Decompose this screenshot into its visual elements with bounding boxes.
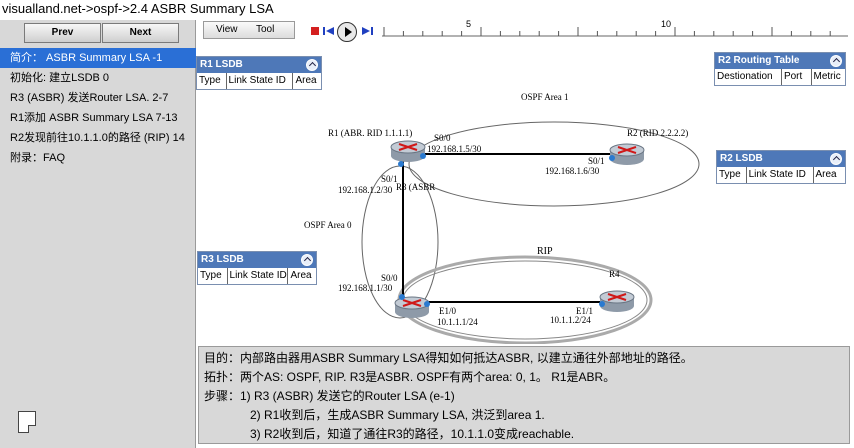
description-step-3: 3) R2收到后，知道了通往R3的路径，10.1.1.0变成reachable. <box>250 427 575 441</box>
network-canvas: OSPF Area 1 OSPF Area 0 RIP R1 (ABR. RID… <box>196 44 854 344</box>
step-item-r3-router-lsa[interactable]: R3 (ASBR) 发送Router LSA. 2-7 <box>0 88 196 108</box>
r3-s00-ip: 192.168.1.1/30 <box>338 283 393 293</box>
menu-view[interactable]: View <box>216 24 238 35</box>
r2-lsdb-title: R2 LSDB <box>720 153 763 164</box>
col-metric: Metric <box>813 71 841 82</box>
collapse-icon[interactable] <box>830 153 842 165</box>
timeline-tick-10: 10 <box>661 19 672 29</box>
description-purpose: 目的：内部路由器用ASBR Summary LSA得知如何抵达ASBR, 以建立… <box>204 351 693 365</box>
description-panel: 目的：内部路由器用ASBR Summary LSA得知如何抵达ASBR, 以建立… <box>198 346 850 444</box>
r4-label: R4 <box>609 269 620 279</box>
description-step-2: 2) R1收到后，生成ASBR Summary LSA, 洪泛到area 1. <box>250 408 545 422</box>
r2-s01-ip: 192.168.1.6/30 <box>545 166 600 176</box>
timeline-slider[interactable] <box>382 24 848 39</box>
router-r4-icon <box>599 290 635 312</box>
timeline-tick-5: 5 <box>466 19 472 29</box>
rip-label: RIP <box>537 246 553 257</box>
step-item-r1-asbr-summary[interactable]: R1添加 ASBR Summary LSA 7-13 <box>0 108 196 128</box>
r2-routing-table-panel: R2 Routing Table Destionation Port Metri… <box>714 52 846 86</box>
col-link-state-id: Link State ID <box>228 268 289 284</box>
col-area: Area <box>295 75 317 86</box>
step-item-intro[interactable]: 简介： ASBR Summary LSA -1 <box>0 48 196 68</box>
document-icon[interactable] <box>18 411 36 433</box>
col-destination: Destionation <box>715 69 782 85</box>
next-button[interactable]: Next <box>102 23 179 43</box>
r1-lsdb-panel: R1 LSDB Type Link State ID Area <box>196 56 322 90</box>
r2-label: R2 (RID 2.2.2.2) <box>627 128 688 138</box>
step-item-faq[interactable]: 附录：FAQ <box>0 148 196 168</box>
col-type: Type <box>717 167 747 183</box>
area1-label: OSPF Area 1 <box>521 92 569 102</box>
area0-label: OSPF Area 0 <box>304 220 352 230</box>
router-r2-icon <box>609 143 645 165</box>
r1-label: R1 (ABR. RID 1.1.1.1) <box>328 128 412 138</box>
r3-s00-label: S0/0 <box>381 273 398 283</box>
page-title: visualland.net->ospf->2.4 ASBR Summary L… <box>2 1 274 16</box>
col-port: Port <box>782 69 812 85</box>
col-area: Area <box>290 270 312 281</box>
r1-lsdb-title: R1 LSDB <box>200 59 243 70</box>
router-r3-icon <box>394 296 430 318</box>
col-area: Area <box>815 169 837 180</box>
r3-e10-ip: 10.1.1.1/24 <box>437 317 478 327</box>
step-sidebar: Prev Next 简介： ASBR Summary LSA -1 初始化: 建… <box>0 20 196 448</box>
menu-tool[interactable]: Tool <box>256 24 274 35</box>
col-link-state-id: Link State ID <box>227 73 294 89</box>
stop-button[interactable] <box>311 27 319 35</box>
step-forward-button[interactable] <box>361 26 373 36</box>
r1-s01-label: S0/1 <box>381 174 398 184</box>
step-item-r2-path[interactable]: R2发现前往10.1.1.0的路径 (RIP) 14 <box>0 128 196 148</box>
r3-lsdb-panel: R3 LSDB Type Link State ID Area <box>197 251 317 285</box>
menu-bar: View Tool <box>203 21 295 39</box>
col-type: Type <box>198 268 228 284</box>
collapse-icon[interactable] <box>301 254 313 266</box>
step-item-init[interactable]: 初始化: 建立LSDB 0 <box>0 68 196 88</box>
col-type: Type <box>197 73 227 89</box>
r4-e11-ip: 10.1.1.2/24 <box>550 315 591 325</box>
r1-s01-ip: 192.168.1.2/30 <box>338 185 393 195</box>
router-r1-icon <box>390 140 426 162</box>
col-link-state-id: Link State ID <box>747 167 814 183</box>
r1-s00-ip: 192.168.1.5/30 <box>427 144 482 154</box>
r3-lsdb-title: R3 LSDB <box>201 254 244 265</box>
r2-lsdb-panel: R2 LSDB Type Link State ID Area <box>716 150 846 184</box>
r1-s00-label: S0/0 <box>434 133 451 143</box>
collapse-icon[interactable] <box>306 59 318 71</box>
description-step-1: 步骤：1) R3 (ASBR) 发送它的Router LSA (e-1) <box>204 389 455 403</box>
r2-routing-title: R2 Routing Table <box>718 55 800 66</box>
description-topology: 拓扑：两个AS: OSPF, RIP. R3是ASBR. OSPF有两个area… <box>204 370 616 384</box>
step-list: 简介： ASBR Summary LSA -1 初始化: 建立LSDB 0 R3… <box>0 48 196 168</box>
prev-button[interactable]: Prev <box>24 23 101 43</box>
play-button[interactable] <box>337 22 357 42</box>
r3-e10-label: E1/0 <box>439 306 456 316</box>
step-back-button[interactable] <box>323 26 335 36</box>
r3-label: R3 (ASBR <box>396 182 435 192</box>
collapse-icon[interactable] <box>830 55 842 67</box>
r2-s01-label: S0/1 <box>588 156 605 166</box>
